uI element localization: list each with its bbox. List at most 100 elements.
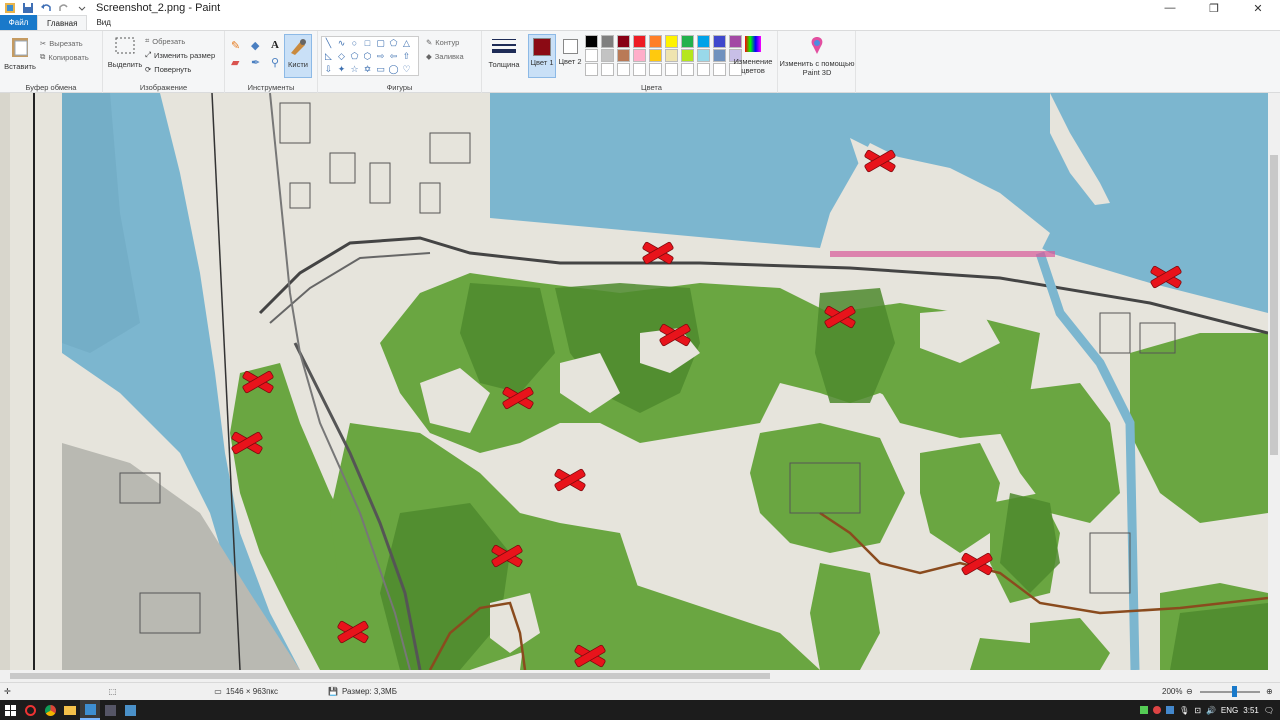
fill-dropdown[interactable]: ◆ Заливка <box>426 49 464 63</box>
redo-icon[interactable] <box>58 2 70 14</box>
palette-color-swatch[interactable] <box>681 49 694 62</box>
tab-view[interactable]: Вид <box>87 15 119 30</box>
curve-shape-icon[interactable]: ∿ <box>335 37 348 50</box>
palette-color-swatch[interactable] <box>633 49 646 62</box>
fill-icon[interactable]: ◆ <box>251 39 267 52</box>
zoom-in-button[interactable]: ⊕ <box>1266 687 1273 696</box>
close-button[interactable]: ✕ <box>1236 0 1280 16</box>
horizontal-scroll-thumb[interactable] <box>10 673 770 679</box>
vertical-scroll-thumb[interactable] <box>1270 155 1278 455</box>
rectangle-shape-icon[interactable]: □ <box>361 37 374 50</box>
crop-button[interactable]: ⌗ Обрезать <box>145 34 215 48</box>
palette-color-swatch[interactable] <box>585 49 598 62</box>
rotate-button[interactable]: ⟳ Повернуть <box>145 62 215 76</box>
line-shape-icon[interactable]: ╲ <box>322 37 335 50</box>
color-picker-icon[interactable]: ✒ <box>251 56 267 69</box>
custom-color-slot[interactable] <box>633 63 646 76</box>
zoom-slider[interactable] <box>1200 691 1260 693</box>
resize-button[interactable]: ⤢ Изменить размер <box>145 48 215 62</box>
horizontal-scrollbar[interactable] <box>0 670 1268 682</box>
arrow-up-shape-icon[interactable]: ⇧ <box>400 50 413 63</box>
color2-button[interactable]: Цвет 2 <box>558 34 582 78</box>
polygon-shape-icon[interactable]: ⬠ <box>387 37 400 50</box>
hexagon-shape-icon[interactable]: ⬡ <box>361 50 374 63</box>
custom-color-slot[interactable] <box>601 63 614 76</box>
tab-home[interactable]: Главная <box>37 15 88 30</box>
palette-color-swatch[interactable] <box>697 49 710 62</box>
palette-color-swatch[interactable] <box>665 49 678 62</box>
palette-color-swatch[interactable] <box>713 49 726 62</box>
arrow-down-shape-icon[interactable]: ⇩ <box>322 63 335 76</box>
brushes-button[interactable]: Кисти <box>284 34 312 78</box>
palette-color-swatch[interactable] <box>617 49 630 62</box>
undo-icon[interactable] <box>40 2 52 14</box>
tray-app-icon-red[interactable] <box>1153 706 1162 714</box>
star4-shape-icon[interactable]: ✦ <box>335 63 348 76</box>
palette-color-swatch[interactable] <box>697 35 710 48</box>
color1-button[interactable]: Цвет 1 <box>528 34 556 78</box>
tray-app-icon-blue[interactable] <box>1166 706 1175 714</box>
taskbar-app-paint[interactable] <box>80 700 100 720</box>
taskbar-app-recorder[interactable] <box>20 700 40 720</box>
palette-color-swatch[interactable] <box>649 35 662 48</box>
palette-color-swatch[interactable] <box>649 49 662 62</box>
drawing-canvas[interactable] <box>0 93 1268 670</box>
tray-app-icon-green[interactable] <box>1140 706 1149 714</box>
notifications-icon[interactable]: 🗨 <box>1264 706 1274 715</box>
custom-color-slot[interactable] <box>681 63 694 76</box>
size-button[interactable]: Толщина <box>482 31 526 93</box>
pencil-icon[interactable]: ✎ <box>231 39 247 52</box>
taskbar-app-chrome[interactable] <box>40 700 60 720</box>
start-button[interactable] <box>0 700 20 720</box>
custom-color-slot[interactable] <box>617 63 630 76</box>
save-icon[interactable] <box>22 2 34 14</box>
callout-oval-shape-icon[interactable]: ◯ <box>387 63 400 76</box>
palette-color-swatch[interactable] <box>601 35 614 48</box>
palette-color-swatch[interactable] <box>713 35 726 48</box>
custom-color-slot[interactable] <box>649 63 662 76</box>
diamond-shape-icon[interactable]: ◇ <box>335 50 348 63</box>
zoom-out-button[interactable]: ⊖ <box>1186 687 1193 696</box>
custom-color-slot[interactable] <box>585 63 598 76</box>
tab-file[interactable]: Файл <box>0 15 37 30</box>
maximize-button[interactable]: ❐ <box>1192 0 1236 16</box>
callout-rect-shape-icon[interactable]: ▭ <box>374 63 387 76</box>
keyboard-language[interactable]: ENG <box>1221 706 1238 715</box>
custom-color-slot[interactable] <box>697 63 710 76</box>
taskbar-app-game[interactable] <box>100 700 120 720</box>
custom-color-slot[interactable] <box>665 63 678 76</box>
cut-button[interactable]: ✂ Вырезать <box>40 36 89 50</box>
customize-toolbar-icon[interactable] <box>76 2 88 14</box>
palette-color-swatch[interactable] <box>665 35 678 48</box>
taskbar-app-explorer[interactable] <box>60 700 80 720</box>
palette-color-swatch[interactable] <box>617 35 630 48</box>
outline-dropdown[interactable]: ✎ Контур <box>426 35 464 49</box>
eraser-icon[interactable]: ▰ <box>231 56 247 69</box>
paint3d-button[interactable]: Изменить с помощью Paint 3D <box>778 31 856 93</box>
shapes-gallery[interactable]: ╲ ∿ ○ □ ▢ ⬠ △ ◺ ◇ ⬠ ⬡ ⇨ ⇦ ⇧ ⇩ ✦ ☆ ✡ ▭ ◯ ♡ <box>321 36 419 76</box>
paste-button[interactable]: Вставить <box>4 35 36 71</box>
volume-icon[interactable]: 🔊 <box>1206 706 1216 715</box>
taskbar-app-paint-2[interactable] <box>120 700 140 720</box>
network-icon[interactable]: ⊡ <box>1194 706 1201 715</box>
arrow-left-shape-icon[interactable]: ⇦ <box>387 50 400 63</box>
palette-color-swatch[interactable] <box>585 35 598 48</box>
rounded-rect-shape-icon[interactable]: ▢ <box>374 37 387 50</box>
clock[interactable]: 3:51 <box>1243 706 1259 715</box>
minimize-button[interactable]: — <box>1148 0 1192 16</box>
microphone-icon[interactable]: 🎙 <box>1179 706 1189 715</box>
palette-color-swatch[interactable] <box>633 35 646 48</box>
zoom-slider-thumb[interactable] <box>1232 686 1237 697</box>
copy-button[interactable]: ⧉ Копировать <box>40 50 89 64</box>
custom-color-slot[interactable] <box>713 63 726 76</box>
star6-shape-icon[interactable]: ✡ <box>361 63 374 76</box>
heart-shape-icon[interactable]: ♡ <box>400 63 413 76</box>
vertical-scrollbar[interactable] <box>1268 93 1280 670</box>
right-triangle-shape-icon[interactable]: ◺ <box>322 50 335 63</box>
edit-colors-button[interactable]: Изменение цветов <box>732 34 774 75</box>
palette-color-swatch[interactable] <box>601 49 614 62</box>
triangle-shape-icon[interactable]: △ <box>400 37 413 50</box>
pentagon-shape-icon[interactable]: ⬠ <box>348 50 361 63</box>
arrow-right-shape-icon[interactable]: ⇨ <box>374 50 387 63</box>
oval-shape-icon[interactable]: ○ <box>348 37 361 50</box>
